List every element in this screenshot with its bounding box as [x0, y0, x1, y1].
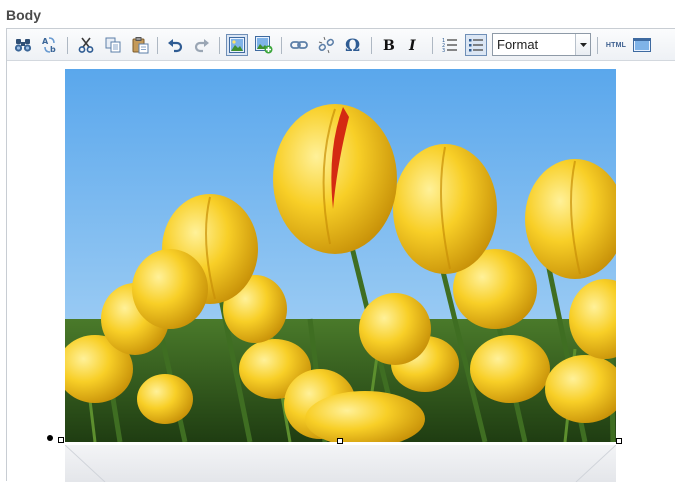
- toolbar-separator: [67, 37, 68, 54]
- resize-handle-bottom-left[interactable]: [58, 437, 64, 443]
- copy-button[interactable]: [102, 34, 124, 56]
- format-select[interactable]: Format: [492, 33, 591, 56]
- toolbar-separator: [281, 37, 282, 54]
- redo-icon: [194, 39, 209, 53]
- unlink-icon: [318, 36, 335, 54]
- image-manager-button[interactable]: [253, 34, 275, 56]
- rich-text-editor[interactable]: A b Ω B I 1 2 3 Format HTML: [6, 28, 675, 482]
- svg-text:3: 3: [442, 48, 445, 53]
- insert-image-button[interactable]: [226, 34, 248, 56]
- bold-button[interactable]: B: [377, 34, 399, 56]
- svg-text:A: A: [42, 37, 49, 46]
- editor-toolbar: A b Ω B I 1 2 3 Format HTML: [7, 29, 675, 61]
- binoculars-icon: [14, 39, 32, 52]
- image-icon: [229, 37, 245, 53]
- html-source-button[interactable]: HTML: [602, 34, 630, 56]
- paste-button[interactable]: [129, 34, 151, 56]
- undo-button[interactable]: [164, 34, 186, 56]
- cut-button[interactable]: [75, 34, 97, 56]
- format-dropdown-button[interactable]: [575, 34, 590, 55]
- image-add-icon: [255, 36, 273, 54]
- format-select-value: Format: [497, 37, 539, 52]
- resize-handle-bottom-right[interactable]: [616, 438, 622, 444]
- unlink-button[interactable]: [315, 34, 337, 56]
- undo-icon: [168, 39, 183, 53]
- unordered-list-button[interactable]: [465, 34, 487, 56]
- svg-text:I: I: [408, 38, 416, 53]
- html-button-label: HTML: [605, 41, 627, 49]
- toolbar-separator: [597, 37, 598, 54]
- tulips-image[interactable]: [65, 69, 616, 442]
- find-replace-button[interactable]: A b: [39, 34, 61, 56]
- unordered-list-icon: [469, 39, 483, 52]
- ordered-list-icon: 1 2 3: [442, 38, 457, 53]
- toolbar-separator: [219, 37, 220, 54]
- preview-icon: [633, 38, 651, 52]
- find-replace-icon: A b: [42, 37, 56, 54]
- paste-icon: [132, 36, 148, 53]
- toolbar-separator: [371, 37, 372, 54]
- svg-text:Ω: Ω: [345, 36, 360, 54]
- resize-handle-bottom[interactable]: [337, 438, 343, 444]
- text-caret-bullet: [47, 435, 53, 441]
- body-field-label: Body: [6, 7, 41, 23]
- special-character-button[interactable]: Ω: [342, 34, 364, 56]
- preview-button[interactable]: [631, 34, 653, 56]
- toolbar-separator: [432, 37, 433, 54]
- link-icon: [290, 41, 308, 49]
- insert-link-button[interactable]: [288, 34, 310, 56]
- svg-text:B: B: [383, 38, 395, 53]
- scissors-icon: [78, 37, 94, 53]
- copy-icon: [105, 37, 120, 53]
- chevron-down-icon: [579, 42, 587, 47]
- italic-button[interactable]: I: [403, 34, 425, 56]
- tulips-picture: [65, 69, 616, 442]
- ordered-list-button[interactable]: 1 2 3: [439, 34, 461, 56]
- omega-icon: Ω: [345, 36, 360, 54]
- svg-text:b: b: [50, 45, 56, 54]
- italic-icon: I: [408, 38, 416, 53]
- redo-button[interactable]: [191, 34, 213, 56]
- bold-icon: B: [383, 38, 395, 53]
- toolbar-separator: [157, 37, 158, 54]
- find-button[interactable]: [12, 34, 34, 56]
- content-placeholder-area: [65, 445, 616, 482]
